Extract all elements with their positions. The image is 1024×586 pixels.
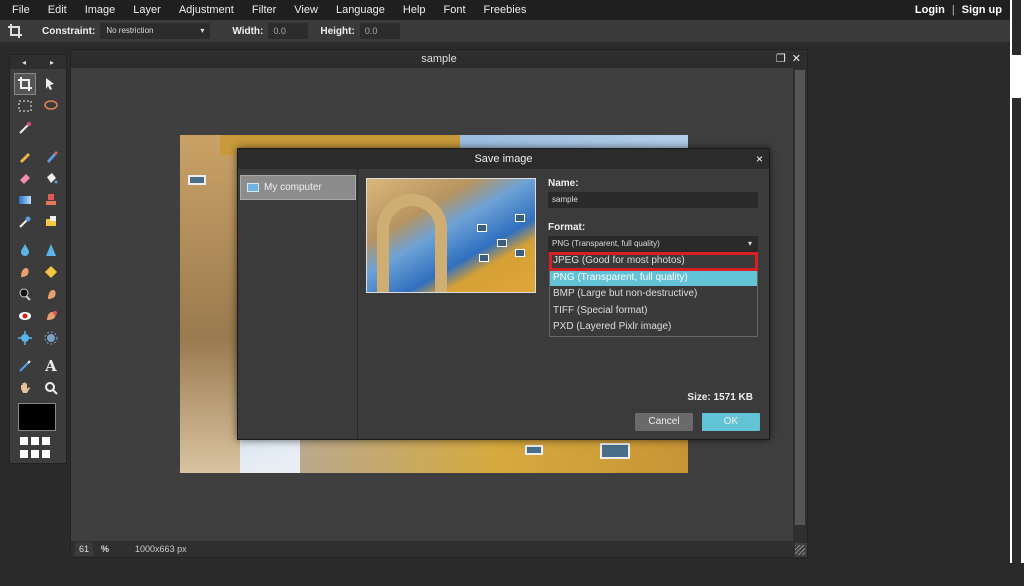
sharpen-tool-icon[interactable] (40, 239, 62, 261)
menu-file[interactable]: File (0, 0, 39, 20)
auth-separator: | (951, 4, 955, 16)
menu-bar: File Edit Image Layer Adjustment Filter … (0, 0, 1010, 20)
move-tool-icon[interactable] (40, 73, 62, 95)
menu-font[interactable]: Font (435, 0, 475, 20)
foreground-color-swatch[interactable] (18, 403, 56, 431)
sponge-tool-icon[interactable] (40, 261, 62, 283)
signup-link[interactable]: Sign up (962, 4, 1002, 16)
pencil-tool-icon[interactable] (14, 145, 36, 167)
menu-image[interactable]: Image (76, 0, 125, 20)
format-option-pxd[interactable]: PXD (Layered Pixlr image) (550, 319, 757, 336)
text-tool-icon[interactable]: A (40, 355, 62, 377)
smudge-tool-icon[interactable] (14, 261, 36, 283)
width-label: Width: (232, 25, 264, 37)
lasso-tool-icon[interactable] (40, 95, 62, 117)
computer-icon (247, 183, 259, 192)
save-location-panel: My computer (238, 169, 358, 439)
marquee-tool-icon[interactable] (14, 95, 36, 117)
name-field[interactable]: sample (548, 192, 758, 208)
stamp-tool-icon[interactable] (40, 189, 62, 211)
dialog-titlebar: Save image × (238, 149, 769, 169)
format-options-list: JPEG (Good for most photos) PNG (Transpa… (549, 252, 758, 337)
menu-freebies[interactable]: Freebies (475, 0, 536, 20)
menu-view[interactable]: View (285, 0, 327, 20)
right-edge-strip (1010, 0, 1024, 586)
auth-links: Login | Sign up (915, 0, 1002, 20)
name-label: Name: (548, 178, 579, 189)
eraser-tool-icon[interactable] (14, 167, 36, 189)
blur-tool-icon[interactable] (14, 239, 36, 261)
location-my-computer[interactable]: My computer (240, 175, 356, 200)
ok-button[interactable]: OK (702, 413, 760, 431)
format-option-png[interactable]: PNG (Transparent, full quality) (550, 269, 757, 286)
width-input[interactable]: 0.0 (268, 23, 309, 39)
format-option-tiff[interactable]: TIFF (Special format) (550, 303, 757, 320)
constraint-select[interactable]: No restriction ▾ (100, 23, 211, 39)
crop-tool-icon[interactable] (14, 73, 36, 95)
dialog-close-icon[interactable]: × (756, 149, 763, 169)
format-option-jpeg[interactable]: JPEG (Good for most photos) (549, 252, 758, 271)
bloat-tool-icon[interactable] (14, 327, 36, 349)
pinch-tool-icon[interactable] (40, 327, 62, 349)
constraint-label: Constraint: (42, 25, 96, 37)
restore-icon[interactable]: ❐ (776, 50, 786, 68)
image-preview (366, 178, 536, 293)
gradient-tool-icon[interactable] (14, 189, 36, 211)
document-title: sample (421, 53, 457, 65)
format-label: Format: (548, 222, 586, 233)
resize-handle-icon[interactable] (795, 545, 805, 555)
options-bar: Constraint: No restriction ▾ Width: 0.0 … (0, 20, 1010, 42)
menu-language[interactable]: Language (327, 0, 394, 20)
format-option-bmp[interactable]: BMP (Large but non-destructive) (550, 286, 757, 303)
login-link[interactable]: Login (915, 4, 945, 16)
hand-tool-icon[interactable] (14, 377, 36, 399)
bucket-tool-icon[interactable] (40, 167, 62, 189)
cancel-button[interactable]: Cancel (635, 413, 693, 431)
height-input[interactable]: 0.0 (359, 23, 400, 39)
brush-tool-icon[interactable] (40, 145, 62, 167)
arrow-left-icon[interactable]: ◂ (22, 58, 26, 67)
toolbox-header: ◂ ▸ (10, 55, 66, 69)
spot-heal-tool-icon[interactable] (40, 305, 62, 327)
chevron-down-icon: ▾ (747, 239, 752, 248)
picker-tool-icon[interactable] (14, 211, 36, 233)
location-label: My computer (264, 182, 322, 193)
scrollbar-thumb[interactable] (795, 70, 805, 525)
menu-adjustment[interactable]: Adjustment (170, 0, 243, 20)
zoom-input[interactable]: 61 (75, 542, 94, 556)
chevron-down-icon: ▾ (200, 26, 205, 35)
wand-tool-icon[interactable] (14, 117, 36, 139)
menu-edit[interactable]: Edit (39, 0, 76, 20)
image-dimensions: 1000x663 px (135, 544, 187, 554)
menu-filter[interactable]: Filter (243, 0, 285, 20)
grid-layout-icon[interactable] (20, 437, 56, 459)
arrow-right-icon[interactable]: ▸ (50, 58, 54, 67)
dialog-title: Save image (474, 153, 533, 165)
document-titlebar: sample ❐ ✕ (71, 50, 807, 68)
pen-tool-icon[interactable] (14, 355, 36, 377)
zoom-unit: % (101, 544, 110, 554)
close-icon[interactable]: ✕ (792, 50, 801, 68)
menu-layer[interactable]: Layer (124, 0, 170, 20)
zoom-tool-icon[interactable] (40, 377, 62, 399)
redeye-tool-icon[interactable] (14, 305, 36, 327)
format-value: PNG (Transparent, full quality) (552, 239, 660, 248)
height-label: Height: (320, 25, 355, 37)
format-select[interactable]: PNG (Transparent, full quality) ▾ (548, 236, 758, 252)
status-bar: 61 % 1000x663 px (71, 541, 795, 557)
toolbox: ◂ ▸ A (9, 54, 67, 464)
save-image-dialog: Save image × My computer Name: sample Fo… (237, 148, 770, 440)
healing-tool-icon[interactable] (40, 211, 62, 233)
dodge-tool-icon[interactable] (14, 283, 36, 305)
crop-icon (0, 24, 30, 38)
menu-help[interactable]: Help (394, 0, 435, 20)
constraint-value: No restriction (106, 26, 154, 35)
file-size: Size: 1571 KB (687, 392, 753, 403)
burn-tool-icon[interactable] (40, 283, 62, 305)
